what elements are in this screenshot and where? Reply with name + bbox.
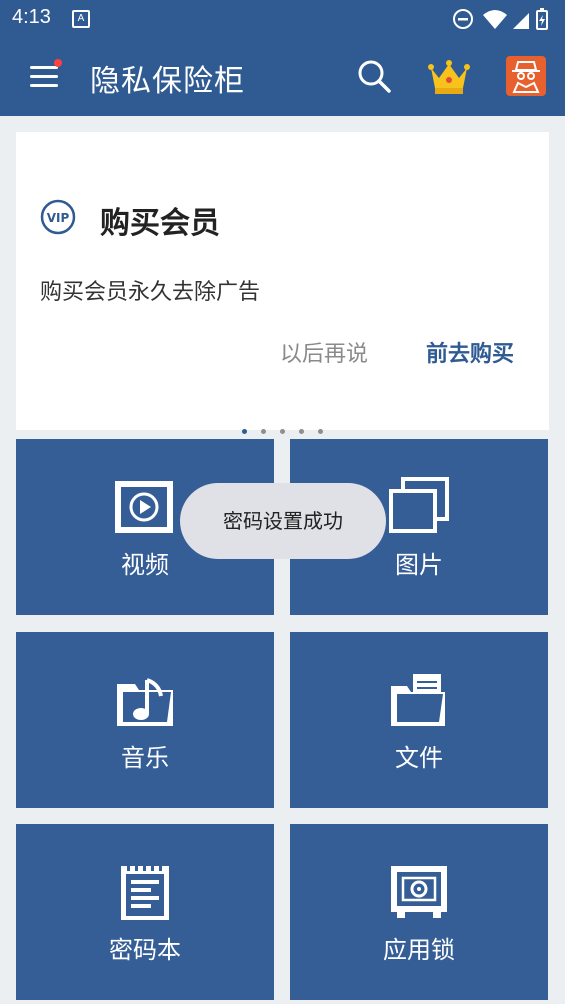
card-title: 购买会员 bbox=[100, 206, 220, 241]
carousel-dot bbox=[280, 429, 285, 434]
search-icon[interactable] bbox=[356, 58, 392, 94]
carousel-dot bbox=[299, 429, 304, 434]
tile-notes[interactable]: 密码本 bbox=[16, 824, 274, 1000]
vip-promo-card: VIP 购买会员 购买会员永久去除广告 以后再说 前去购买 bbox=[16, 132, 549, 430]
battery-icon bbox=[536, 8, 548, 30]
music-icon bbox=[117, 678, 173, 726]
image-icon bbox=[389, 477, 449, 533]
status-icons bbox=[453, 8, 548, 30]
notebook-icon bbox=[121, 863, 169, 920]
tile-label: 应用锁 bbox=[383, 936, 455, 964]
tile-applock[interactable]: 应用锁 bbox=[290, 824, 548, 1000]
tile-file[interactable]: 文件 bbox=[290, 632, 548, 808]
crown-icon[interactable] bbox=[428, 58, 470, 96]
carousel-dot bbox=[242, 429, 247, 434]
buy-button[interactable]: 前去购买 bbox=[426, 336, 514, 368]
incognito-agent-button[interactable] bbox=[506, 56, 546, 96]
carousel-dot bbox=[318, 429, 323, 434]
toast-message: 密码设置成功 bbox=[180, 483, 386, 559]
tile-label: 音乐 bbox=[121, 744, 169, 772]
incognito-icon bbox=[512, 61, 540, 93]
tile-label: 密码本 bbox=[109, 936, 181, 964]
later-button[interactable]: 以后再说 bbox=[280, 336, 368, 368]
status-time: 4:13 bbox=[12, 6, 51, 28]
app-title: 隐私保险柜 bbox=[90, 64, 245, 99]
notification-dot bbox=[54, 59, 62, 67]
app-bar: 隐私保险柜 bbox=[0, 38, 565, 116]
vip-icon: VIP bbox=[40, 199, 76, 235]
wifi-icon bbox=[483, 10, 507, 29]
tile-music[interactable]: 音乐 bbox=[16, 632, 274, 808]
card-description: 购买会员永久去除广告 bbox=[40, 280, 261, 305]
video-icon bbox=[115, 481, 173, 533]
safe-icon bbox=[391, 866, 447, 918]
menu-button[interactable] bbox=[30, 59, 62, 88]
dnd-icon bbox=[453, 9, 473, 29]
carousel-indicator bbox=[0, 419, 565, 434]
tile-label: 文件 bbox=[395, 744, 443, 772]
status-bar: 4:13 A bbox=[0, 0, 565, 38]
folder-icon bbox=[391, 674, 445, 726]
signal-icon bbox=[513, 13, 529, 29]
carousel-dot bbox=[261, 429, 266, 434]
svg-text:VIP: VIP bbox=[47, 211, 70, 225]
notification-a-icon: A bbox=[72, 10, 90, 28]
